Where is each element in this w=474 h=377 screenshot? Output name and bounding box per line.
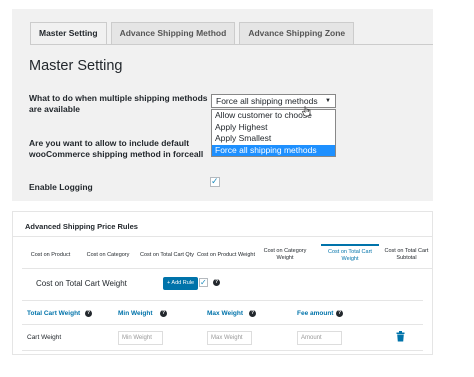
multiple-methods-label-line1: What to do when multiple shipping method… [29,93,208,103]
checkmark-icon: ✓ [200,278,207,287]
column-label: Min Weight [118,310,153,317]
include-default-label-line1: Are you want to allow to include default [29,138,190,148]
column-label: Fee amount [297,310,334,317]
column-fee-amount: Fee amount [297,310,333,317]
column-max-weight: Max Weight [207,310,243,317]
column-min-weight: Min Weight [118,310,153,317]
help-icon[interactable]: ? [213,279,220,286]
tab-cost-on-total-cart-qty[interactable]: Cost on Total Cart Qty [137,244,197,266]
page-title: Master Setting [29,58,123,74]
tab-cost-on-category-weight[interactable]: Cost on Category Weight [255,244,315,266]
include-default-label: Are you want to allow to include default… [29,138,203,160]
option-apply-smallest[interactable]: Apply Smallest [212,133,335,145]
rules-tabs-divider [22,268,432,269]
section-title: Cost on Total Cart Weight [36,279,127,288]
tab-advance-shipping-zone[interactable]: Advance Shipping Zone [239,22,355,44]
include-default-label-line2: wooCommerce shipping method in forceall [29,149,204,159]
option-allow-customer[interactable]: Allow customer to choose [212,110,335,122]
master-setting-panel: Master Setting Advance Shipping Method A… [12,9,433,201]
table-divider-mid [22,324,423,325]
multiple-methods-select[interactable]: Force all shipping methods ▼ [211,94,336,108]
shipping-price-rules-panel: Advanced Shipping Price Rules Cost on Pr… [12,211,433,355]
enable-logging-checkbox[interactable]: ✓ [210,176,220,187]
chevron-down-icon: ▼ [325,98,331,104]
multiple-methods-dropdown: Allow customer to choose Apply Highest A… [211,109,336,157]
help-icon[interactable]: ? [160,310,167,317]
tab-advance-shipping-method[interactable]: Advance Shipping Method [110,22,236,44]
checkmark-icon: ✓ [211,176,219,186]
option-force-all[interactable]: Force all shipping methods [212,144,335,156]
enable-rule-checkbox[interactable]: ✓ [199,278,208,287]
column-label: Max Weight [207,310,243,317]
rules-tabs: Cost on Product Cost on Category Cost on… [22,244,432,266]
tab-cost-on-product[interactable]: Cost on Product [22,244,79,266]
help-icon[interactable]: ? [336,310,343,317]
tabs-divider [30,44,433,45]
multiple-methods-label-line2: are available [29,104,81,114]
max-weight-input[interactable]: Max Weight [207,331,252,345]
tab-cost-on-category[interactable]: Cost on Category [79,244,137,266]
option-apply-highest[interactable]: Apply Highest [212,122,335,134]
multiple-methods-label: What to do when multiple shipping method… [29,93,208,115]
table-divider-bottom [22,350,423,351]
tab-master-setting[interactable]: Master Setting [30,22,107,45]
min-weight-input[interactable]: Min Weight [118,331,163,345]
fee-amount-input[interactable]: Amount [297,331,342,345]
master-tabs: Master Setting Advance Shipping Method A… [30,22,358,45]
panel-title-divider [13,236,432,237]
add-rule-button[interactable]: + Add Rule [163,277,198,290]
trash-icon[interactable] [396,331,405,342]
panel-title: Advanced Shipping Price Rules [25,222,138,231]
column-total-cart-weight: Total Cart Weight [27,310,80,317]
table-divider-top [22,300,423,301]
tab-cost-on-total-cart-subtotal[interactable]: Cost on Total Cart Subtotal [379,244,434,266]
hand-cursor-icon [302,106,311,117]
tab-cost-on-total-cart-weight[interactable]: Cost on Total Cart Weight [321,244,379,266]
tab-cost-on-product-weight[interactable]: Cost on Product Weight [197,244,255,266]
help-icon[interactable]: ? [249,310,256,317]
enable-logging-label: Enable Logging [29,182,93,192]
help-icon[interactable]: ? [85,310,92,317]
row-label-cart-weight: Cart Weight [27,334,62,341]
column-label: Total Cart Weight [27,310,81,317]
